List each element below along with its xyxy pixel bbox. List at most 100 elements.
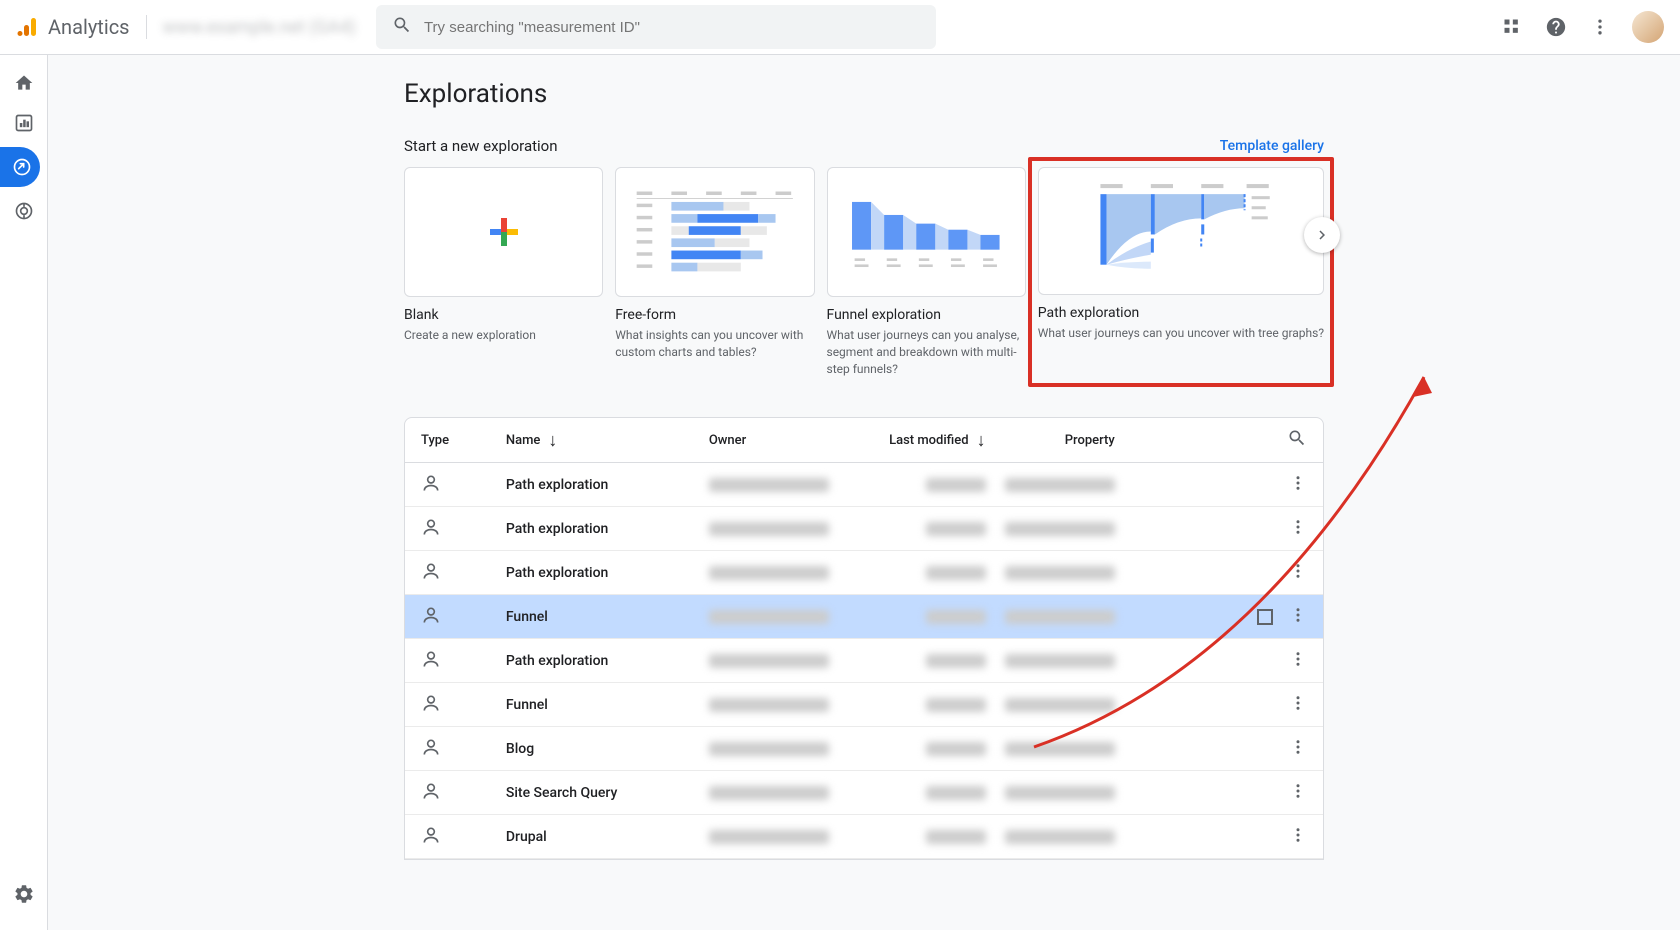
person-icon <box>421 745 441 761</box>
card-blank[interactable]: Blank Create a new exploration <box>404 167 603 377</box>
table-row[interactable]: Drupal <box>405 815 1323 859</box>
row-name: Path exploration <box>506 521 709 537</box>
row-more-icon[interactable] <box>1289 606 1307 628</box>
table-row[interactable]: Path exploration <box>405 463 1323 507</box>
row-name: Blog <box>506 741 709 757</box>
row-owner <box>709 610 866 624</box>
card-path-title: Path exploration <box>1038 305 1324 321</box>
row-modified <box>866 786 986 800</box>
header-actions <box>1500 11 1664 43</box>
card-path-highlight: Path exploration What user journeys can … <box>1028 157 1334 387</box>
template-gallery-link[interactable]: Template gallery <box>1220 138 1324 154</box>
card-freeform[interactable]: Free-form What insights can you uncover … <box>615 167 814 377</box>
row-owner <box>709 698 866 712</box>
freeform-thumb-icon <box>628 176 802 289</box>
row-property <box>986 566 1115 580</box>
nav-settings[interactable] <box>8 878 40 910</box>
card-funnel-desc: What user journeys can you analyse, segm… <box>827 327 1026 377</box>
page-title: Explorations <box>404 79 1324 109</box>
card-funnel[interactable]: Funnel exploration What user journeys ca… <box>827 167 1026 377</box>
table-row[interactable]: Path exploration <box>405 639 1323 683</box>
row-owner <box>709 742 866 756</box>
card-blank-desc: Create a new exploration <box>404 327 603 344</box>
template-cards: Blank Create a new exploration <box>404 167 1324 377</box>
analytics-logo-icon <box>16 15 40 39</box>
search-bar[interactable] <box>376 5 936 49</box>
table-row[interactable]: Path exploration <box>405 551 1323 595</box>
path-thumb-icon <box>1056 176 1306 287</box>
row-modified <box>866 698 986 712</box>
row-owner <box>709 478 866 492</box>
person-icon <box>421 657 441 673</box>
table-search-icon[interactable] <box>1287 428 1307 452</box>
apps-icon[interactable] <box>1500 15 1524 39</box>
card-funnel-title: Funnel exploration <box>827 307 1026 323</box>
header-modified[interactable]: Last modified↓ <box>866 430 986 451</box>
nav-advertising[interactable] <box>8 195 40 227</box>
row-owner <box>709 522 866 536</box>
sort-desc-icon: ↓ <box>977 430 986 451</box>
card-freeform-desc: What insights can you uncover with custo… <box>615 327 814 361</box>
main-content: Explorations Start a new exploration Tem… <box>48 55 1680 930</box>
search-input[interactable] <box>424 19 920 36</box>
row-name: Funnel <box>506 609 709 625</box>
nav-reports[interactable] <box>8 107 40 139</box>
app-header: Analytics www.example.net (GA4) <box>0 0 1680 55</box>
row-more-icon[interactable] <box>1289 474 1307 496</box>
row-name: Drupal <box>506 829 709 845</box>
table-row[interactable]: Path exploration <box>405 507 1323 551</box>
start-new-label: Start a new exploration <box>404 137 558 155</box>
row-more-icon[interactable] <box>1289 826 1307 848</box>
row-name: Path exploration <box>506 653 709 669</box>
sort-desc-icon: ↓ <box>548 430 557 451</box>
table-row[interactable]: Funnel <box>405 683 1323 727</box>
table-row[interactable]: Funnel <box>405 595 1323 639</box>
row-owner <box>709 654 866 668</box>
funnel-thumb-icon <box>839 176 1013 289</box>
person-icon <box>421 789 441 805</box>
header-owner[interactable]: Owner <box>709 433 866 448</box>
header-property[interactable]: Property <box>986 433 1115 448</box>
row-modified <box>866 522 986 536</box>
row-owner <box>709 786 866 800</box>
property-selector[interactable]: www.example.net (GA4) <box>163 17 356 38</box>
row-modified <box>866 742 986 756</box>
row-property <box>986 654 1115 668</box>
person-icon <box>421 833 441 849</box>
logo-section: Analytics <box>16 15 147 39</box>
row-checkbox[interactable] <box>1257 609 1273 625</box>
header-name[interactable]: Name↓ <box>506 430 709 451</box>
logo-text: Analytics <box>48 15 130 39</box>
row-property <box>986 786 1115 800</box>
row-more-icon[interactable] <box>1289 562 1307 584</box>
more-vert-icon[interactable] <box>1588 15 1612 39</box>
row-more-icon[interactable] <box>1289 518 1307 540</box>
row-more-icon[interactable] <box>1289 738 1307 760</box>
table-header: Type Name↓ Owner Last modified↓ Property <box>405 418 1323 463</box>
explorations-table: Type Name↓ Owner Last modified↓ Property… <box>404 417 1324 860</box>
row-more-icon[interactable] <box>1289 782 1307 804</box>
nav-home[interactable] <box>8 67 40 99</box>
row-property <box>986 698 1115 712</box>
row-more-icon[interactable] <box>1289 650 1307 672</box>
chevron-right-icon <box>1313 226 1331 244</box>
row-property <box>986 742 1115 756</box>
help-icon[interactable] <box>1544 15 1568 39</box>
table-row[interactable]: Site Search Query <box>405 771 1323 815</box>
row-modified <box>866 478 986 492</box>
left-nav <box>0 55 48 930</box>
table-row[interactable]: Blog <box>405 727 1323 771</box>
row-name: Site Search Query <box>506 785 709 801</box>
card-freeform-title: Free-form <box>615 307 814 323</box>
person-icon <box>421 525 441 541</box>
row-more-icon[interactable] <box>1289 694 1307 716</box>
cards-next-button[interactable] <box>1304 217 1340 253</box>
row-modified <box>866 654 986 668</box>
row-modified <box>866 566 986 580</box>
card-path[interactable]: Path exploration What user journeys can … <box>1038 167 1324 342</box>
user-avatar[interactable] <box>1632 11 1664 43</box>
nav-explore[interactable] <box>0 147 40 187</box>
header-type[interactable]: Type <box>421 433 506 448</box>
sub-header: Start a new exploration Template gallery <box>404 137 1324 155</box>
search-icon <box>392 15 412 39</box>
